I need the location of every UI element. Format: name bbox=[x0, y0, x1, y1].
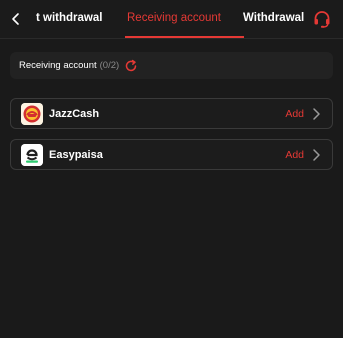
headset-icon bbox=[314, 11, 330, 28]
tab-strip: t withdrawal Receiving account Withdrawa… bbox=[30, 0, 306, 39]
account-name: JazzCash bbox=[49, 107, 100, 120]
easypaisa-logo-icon bbox=[21, 143, 43, 166]
main-content: Receiving account (0/2) JazzCash Add Eas… bbox=[0, 40, 343, 338]
tab-receiving-account[interactable]: Receiving account bbox=[127, 0, 221, 39]
account-row-jazzcash[interactable]: JazzCash Add bbox=[10, 98, 333, 129]
chevron-left-icon bbox=[12, 13, 19, 25]
tab-withdrawal-log[interactable]: Withdrawal l bbox=[243, 0, 306, 39]
account-name: Easypaisa bbox=[49, 148, 103, 161]
refresh-icon bbox=[125, 59, 137, 71]
account-count: (0/2) bbox=[99, 60, 120, 71]
chevron-right-icon bbox=[310, 148, 322, 162]
summary-label: Receiving account bbox=[19, 60, 97, 71]
jazzcash-logo-icon bbox=[21, 102, 43, 125]
tab-withdrawal[interactable]: t withdrawal bbox=[36, 0, 102, 39]
active-tab-indicator bbox=[125, 36, 244, 38]
account-row-easypaisa[interactable]: Easypaisa Add bbox=[10, 139, 333, 170]
add-easypaisa-link[interactable]: Add bbox=[285, 149, 304, 161]
support-button[interactable] bbox=[311, 8, 333, 30]
refresh-button[interactable] bbox=[124, 59, 138, 73]
top-bar: t withdrawal Receiving account Withdrawa… bbox=[0, 0, 343, 39]
back-button[interactable] bbox=[5, 8, 27, 30]
chevron-right-icon bbox=[310, 107, 322, 121]
receiving-account-summary: Receiving account (0/2) bbox=[10, 52, 333, 79]
add-jazzcash-link[interactable]: Add bbox=[285, 108, 304, 120]
